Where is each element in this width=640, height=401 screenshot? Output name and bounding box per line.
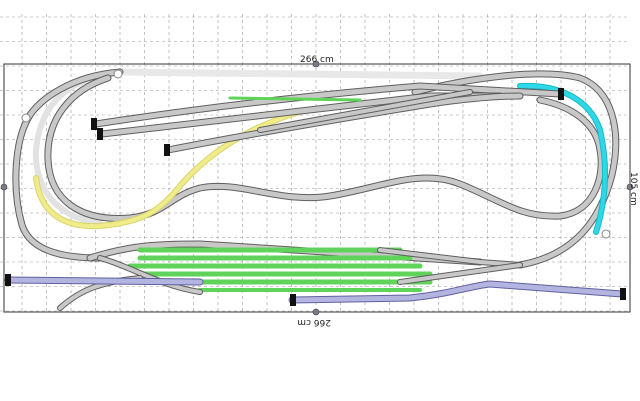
track-upper-sidings[interactable] xyxy=(92,82,564,154)
track-layer xyxy=(4,68,626,311)
buffer-stop-icon[interactable] xyxy=(97,128,103,140)
buffer-stop-icon[interactable] xyxy=(558,88,564,100)
track-ghost-top xyxy=(116,68,484,80)
buffer-stop-icon[interactable] xyxy=(164,144,170,156)
buffer-stop-icon[interactable] xyxy=(290,294,296,306)
left-dimension-marker-icon[interactable] xyxy=(0,183,8,191)
track-end-marker-icon[interactable] xyxy=(601,229,611,239)
top-dimension-label: 266 cm xyxy=(300,55,334,65)
track-end-marker-icon[interactable] xyxy=(113,69,123,79)
track-end-marker-icon[interactable] xyxy=(21,113,31,123)
right-dimension-label: 105 cm xyxy=(628,172,638,206)
bottom-dimension-marker-icon[interactable] xyxy=(312,308,320,316)
buffer-stop-icon[interactable] xyxy=(620,288,626,300)
buffer-stop-icon[interactable] xyxy=(91,118,97,130)
track-lavender-left-fill xyxy=(5,277,203,285)
buffer-stop-icon[interactable] xyxy=(5,274,11,286)
track-plan-canvas[interactable]: 266 cm 266 cm 105 cm xyxy=(0,0,640,401)
bottom-dimension-label: 266 cm xyxy=(297,317,331,327)
track-green-upper[interactable] xyxy=(228,96,362,102)
